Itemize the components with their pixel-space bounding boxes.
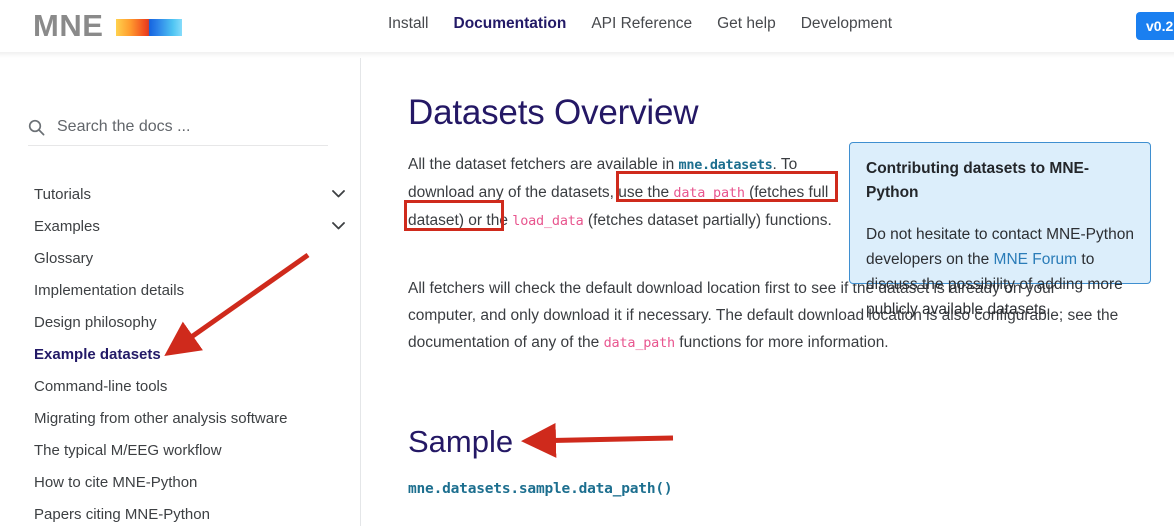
sidebar-item-label: Command-line tools	[34, 377, 168, 395]
paragraph-text: (fetches dataset partially) functions.	[583, 212, 832, 229]
sidebar-item-command-line-tools[interactable]: Command-line tools	[0, 370, 360, 402]
mne-colorbar-logo-icon	[116, 19, 183, 36]
chevron-down-icon[interactable]	[332, 222, 345, 231]
inline-code-data-path: data_path	[603, 335, 676, 351]
sidebar-item-label: How to cite MNE-Python	[34, 473, 198, 491]
brand-logo[interactable]: MNE	[33, 6, 183, 46]
sidebar-item-label: Migrating from other analysis software	[34, 409, 288, 427]
sidebar-item-examples[interactable]: Examples	[0, 210, 360, 242]
search-icon	[28, 119, 45, 135]
sidebar-item-label: The typical M/EEG workflow	[34, 441, 222, 459]
inline-code-data-path: data_path	[673, 185, 745, 201]
sidebar-item-how-to-cite-mne-python[interactable]: How to cite MNE-Python	[0, 466, 360, 498]
sample-data-path-function-link[interactable]: mne.datasets.sample.data_path()	[408, 481, 673, 497]
sidebar-item-example-datasets[interactable]: Example datasets	[0, 338, 360, 370]
site-header: MNE Install Documentation API Reference …	[0, 0, 1174, 52]
sidebar-item-label: Design philosophy	[34, 313, 157, 331]
admonition-body: Do not hesitate to contact MNE-Python de…	[866, 222, 1134, 322]
sidebar-item-label: Example datasets	[34, 345, 161, 363]
mne-forum-link[interactable]: MNE Forum	[994, 251, 1078, 268]
paragraph-text: functions for more information.	[674, 334, 889, 351]
sidebar-item-label: Implementation details	[34, 281, 185, 299]
sidebar: Tutorials Examples Glossary Implementati…	[0, 58, 361, 526]
sidebar-item-implementation-details[interactable]: Implementation details	[0, 274, 360, 306]
sidebar-item-papers-citing-mne-python[interactable]: Papers citing MNE-Python	[0, 498, 360, 526]
inline-code-load-data: load_data	[512, 213, 584, 229]
sidebar-item-glossary[interactable]: Glossary	[0, 242, 360, 274]
sidebar-item-design-philosophy[interactable]: Design philosophy	[0, 306, 360, 338]
chevron-down-icon[interactable]	[332, 190, 345, 199]
sidebar-item-label: Glossary	[34, 249, 94, 267]
search-input[interactable]	[57, 118, 307, 136]
page-title: Datasets Overview	[408, 93, 699, 132]
admonition-title: Contributing datasets to MNE-Python	[866, 160, 1090, 201]
paragraph-text: All the dataset fetchers are available i…	[408, 156, 679, 173]
search-box[interactable]	[28, 112, 328, 146]
nav-link-development[interactable]: Development	[801, 15, 892, 33]
brand-wordmark: MNE	[33, 8, 104, 43]
sidebar-item-typical-meeg-workflow[interactable]: The typical M/EEG workflow	[0, 434, 360, 466]
nav-link-get-help[interactable]: Get help	[717, 15, 776, 33]
primary-navigation: Install Documentation API Reference Get …	[388, 15, 892, 33]
sidebar-item-tutorials[interactable]: Tutorials	[0, 178, 360, 210]
inline-code-mne-datasets: mne.datasets	[678, 157, 773, 173]
sidebar-item-migrating-from-other-analysis-software[interactable]: Migrating from other analysis software	[0, 402, 360, 434]
contributing-datasets-admonition: Contributing datasets to MNE-Python Do n…	[849, 142, 1151, 318]
main-content: Datasets Overview All the dataset fetche…	[362, 58, 1174, 526]
header-shadow	[0, 52, 1174, 58]
sidebar-item-label: Examples	[34, 217, 100, 235]
section-title-sample: Sample	[408, 424, 514, 459]
intro-paragraph: All the dataset fetchers are available i…	[408, 151, 840, 235]
nav-link-api-reference[interactable]: API Reference	[591, 15, 692, 33]
version-badge[interactable]: v0.2	[1136, 12, 1174, 40]
sidebar-item-label: Tutorials	[34, 185, 91, 203]
sidebar-item-label: Papers citing MNE-Python	[34, 505, 210, 523]
nav-link-install[interactable]: Install	[388, 15, 429, 33]
sidebar-nav-tree: Tutorials Examples Glossary Implementati…	[0, 178, 360, 526]
nav-link-documentation[interactable]: Documentation	[454, 15, 567, 33]
